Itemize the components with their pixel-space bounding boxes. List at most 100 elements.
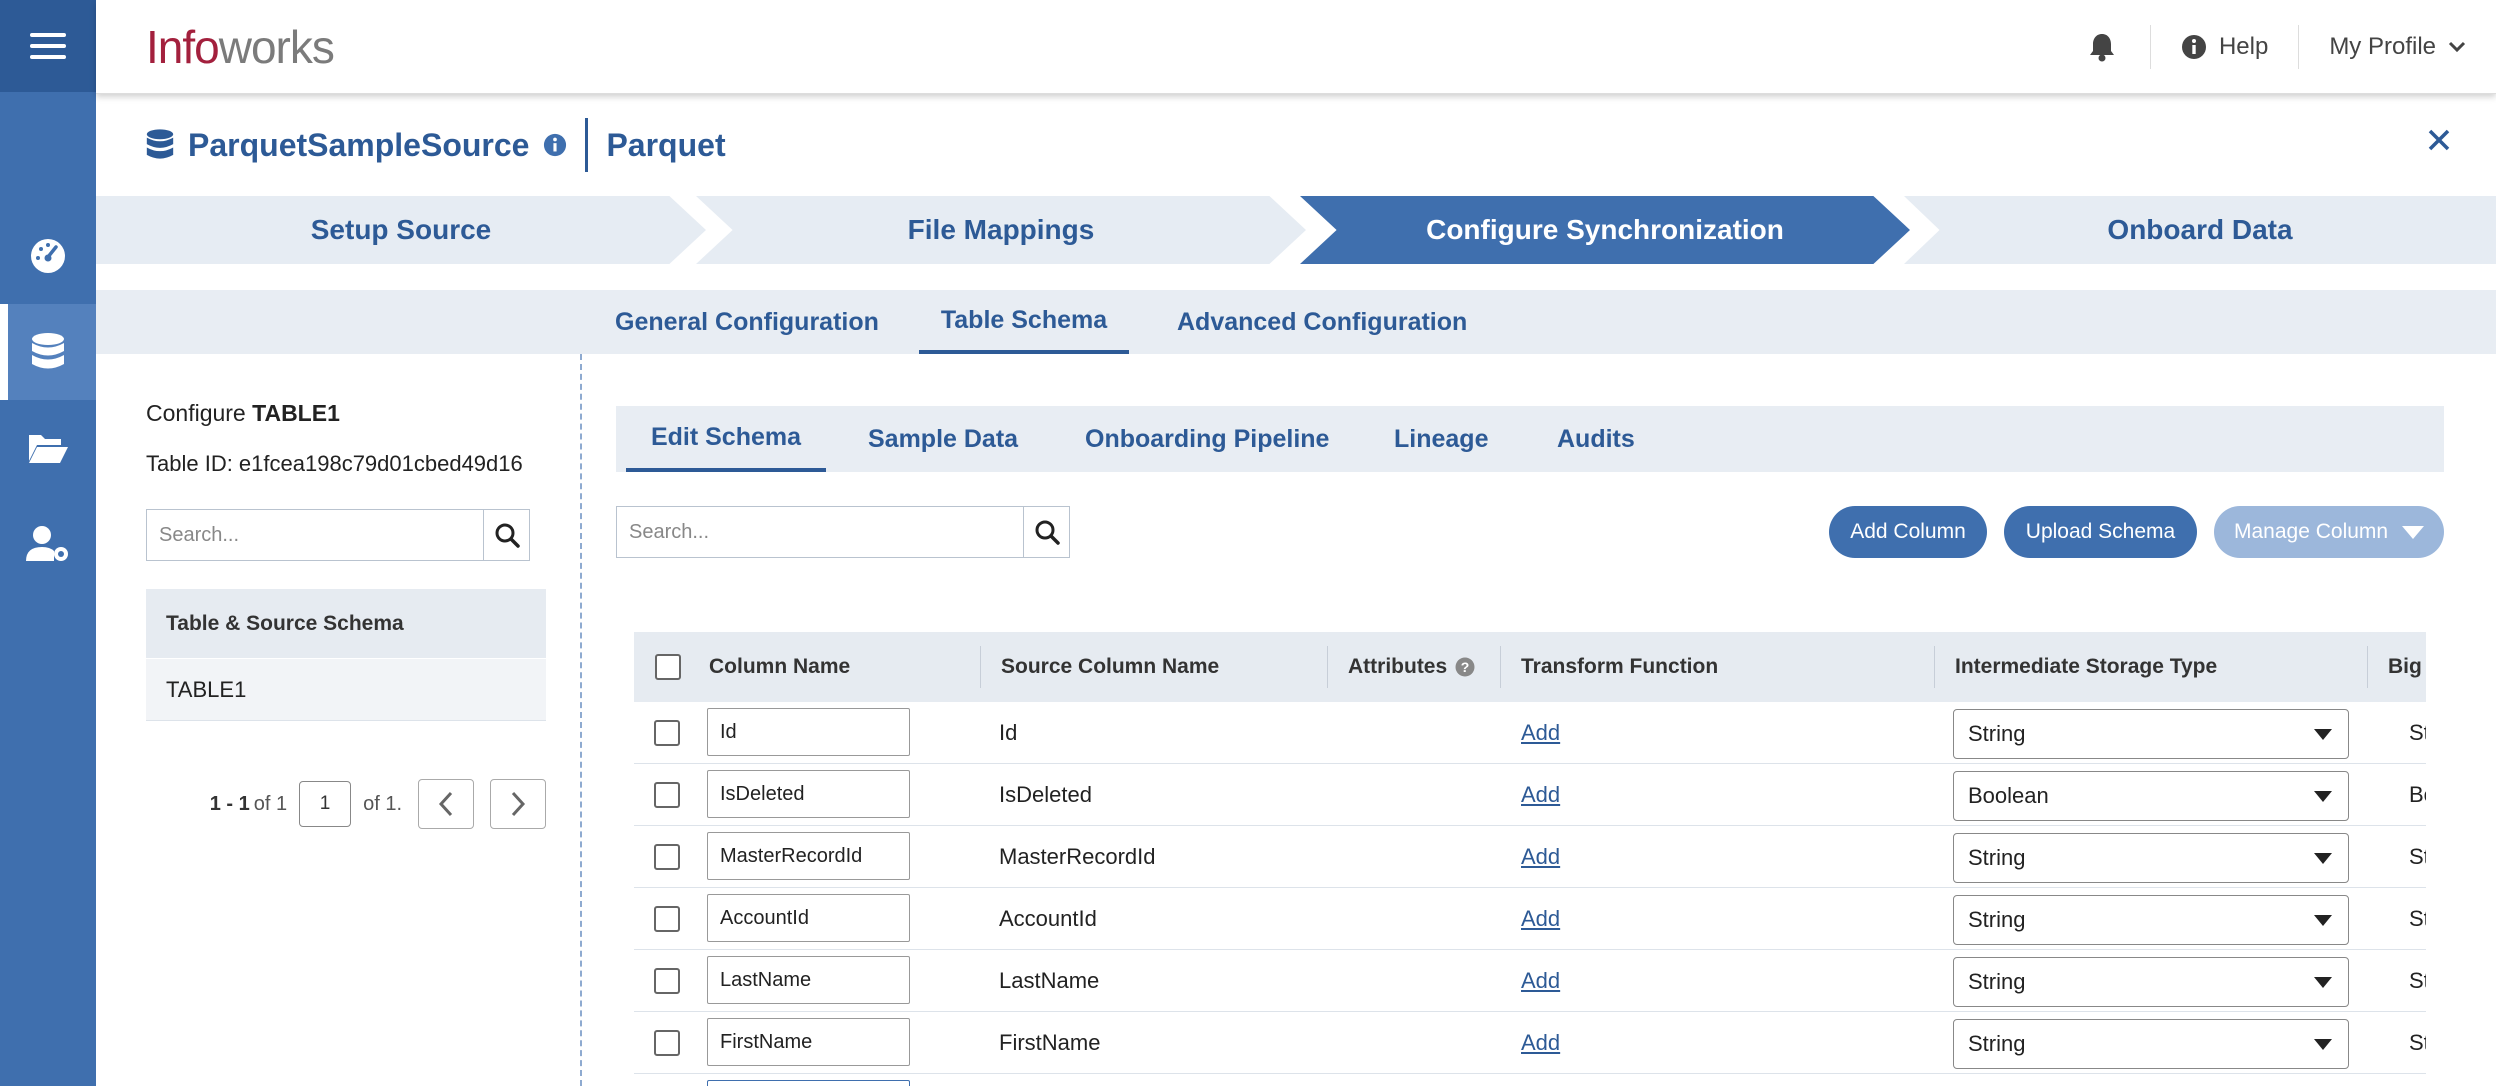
- top-header: Infoworks Help My Profile: [96, 0, 2496, 94]
- tab-edit-schema[interactable]: Edit Schema: [626, 406, 826, 472]
- column-name-input[interactable]: [707, 1080, 910, 1086]
- column-name-input[interactable]: IsDeleted: [707, 770, 910, 818]
- table-search-input[interactable]: Search...: [147, 510, 483, 560]
- row-checkbox[interactable]: [654, 782, 680, 808]
- pagination: 1 - 1 of 1 1 of 1.: [146, 779, 546, 829]
- header-attributes-label: Attributes: [1348, 655, 1448, 678]
- tab-general-configuration[interactable]: General Configuration: [615, 290, 879, 354]
- close-button[interactable]: [2428, 118, 2450, 160]
- storage-type-select[interactable]: String: [1953, 895, 2349, 945]
- rail-data-sources[interactable]: [0, 304, 96, 400]
- step-configure-synchronization[interactable]: Configure Synchronization: [1300, 196, 1910, 264]
- next-page-button[interactable]: [490, 779, 546, 829]
- notifications-button[interactable]: [2054, 32, 2150, 62]
- tab-lineage[interactable]: Lineage: [1394, 406, 1488, 472]
- search-icon: [495, 523, 520, 548]
- tab-sample-data[interactable]: Sample Data: [868, 406, 1018, 472]
- select-all-checkbox[interactable]: [655, 654, 681, 680]
- menu-button[interactable]: [0, 0, 96, 92]
- list-item[interactable]: TABLE1: [146, 659, 546, 721]
- table-row: LastName LastName Add String St: [634, 950, 2426, 1012]
- tab-advanced-configuration[interactable]: Advanced Configuration: [1177, 290, 1467, 354]
- tab-table-schema[interactable]: Table Schema: [919, 290, 1129, 354]
- rail-folders[interactable]: [0, 400, 96, 496]
- pager-total-prefix: of 1: [253, 792, 288, 815]
- help-circle-icon[interactable]: ?: [1455, 657, 1475, 677]
- tab-onboarding-pipeline[interactable]: Onboarding Pipeline: [1085, 406, 1329, 472]
- header-intermediate-storage-type: Intermediate Storage Type: [1955, 655, 2218, 678]
- add-transform-link[interactable]: Add: [1521, 888, 1560, 950]
- step-setup-source[interactable]: Setup Source: [96, 196, 706, 264]
- row-checkbox[interactable]: [654, 844, 680, 870]
- table-row: AccountId AccountId Add String St: [634, 888, 2426, 950]
- table-search-button[interactable]: [483, 510, 529, 560]
- row-checkbox[interactable]: [654, 968, 680, 994]
- caret-down-icon: [2314, 977, 2332, 988]
- pager-of-pages: of 1.: [363, 792, 402, 815]
- manage-column-button[interactable]: Manage Column: [2214, 506, 2444, 558]
- upload-schema-button[interactable]: Upload Schema: [2004, 506, 2197, 558]
- storage-type-select[interactable]: String: [1953, 1019, 2349, 1069]
- storage-type-select[interactable]: String: [1953, 709, 2349, 759]
- table-row: MasterRecordId MasterRecordId Add String…: [634, 826, 2426, 888]
- infoworks-logo[interactable]: Infoworks: [146, 20, 335, 74]
- schema-table: Column Name Source Column Name Attribute…: [634, 632, 2426, 1086]
- manage-column-label: Manage Column: [2234, 520, 2389, 543]
- rail-admin[interactable]: [0, 496, 96, 592]
- big-type-value: Bo: [2409, 782, 2426, 807]
- storage-type-select[interactable]: String: [1953, 957, 2349, 1007]
- page-number-input[interactable]: 1: [299, 781, 352, 827]
- header-big: Big: [2388, 655, 2422, 678]
- add-transform-link[interactable]: Add: [1521, 764, 1560, 826]
- configure-heading: Configure TABLE1: [146, 400, 340, 426]
- row-checkbox[interactable]: [654, 906, 680, 932]
- table-search: Search...: [146, 509, 530, 561]
- my-profile-button[interactable]: My Profile: [2299, 33, 2496, 61]
- header-divider: [1500, 646, 1501, 688]
- prev-page-button[interactable]: [418, 779, 474, 829]
- svg-text:?: ?: [1461, 659, 1470, 675]
- source-type: Parquet: [606, 126, 726, 163]
- header-transform-function: Transform Function: [1521, 655, 1719, 678]
- tab-audits[interactable]: Audits: [1557, 406, 1635, 472]
- header-divider: [1327, 646, 1328, 688]
- header-divider: [2367, 646, 2368, 688]
- info-icon[interactable]: [543, 133, 567, 157]
- storage-type-select[interactable]: String: [1953, 833, 2349, 883]
- help-button[interactable]: Help: [2151, 33, 2298, 61]
- add-transform-link[interactable]: Add: [1521, 826, 1560, 888]
- row-checkbox[interactable]: [654, 1030, 680, 1056]
- add-transform-link[interactable]: Add: [1521, 1012, 1560, 1074]
- step-file-mappings[interactable]: File Mappings: [696, 196, 1306, 264]
- add-transform-link[interactable]: Add: [1521, 950, 1560, 1012]
- table-list: Table & Source Schema TABLE1: [146, 589, 546, 721]
- column-name-input[interactable]: Id: [707, 708, 910, 756]
- source-column-name: Id: [999, 720, 1018, 745]
- schema-search-button[interactable]: [1023, 507, 1069, 557]
- column-name-input[interactable]: FirstName: [707, 1018, 910, 1066]
- dashboard-gauge-icon: [31, 239, 65, 273]
- column-name-input[interactable]: MasterRecordId: [707, 832, 910, 880]
- big-type-value: St: [2409, 1030, 2426, 1055]
- database-icon: [146, 129, 174, 159]
- column-name-input[interactable]: LastName: [707, 956, 910, 1004]
- step-onboard-data[interactable]: Onboard Data: [1904, 196, 2496, 264]
- hamburger-icon: [30, 33, 66, 59]
- chevron-down-icon: [2448, 41, 2466, 52]
- source-name: ParquetSampleSource: [188, 126, 530, 163]
- add-transform-link[interactable]: Add: [1521, 702, 1560, 764]
- column-name-input[interactable]: AccountId: [707, 894, 910, 942]
- chevron-right-icon: [511, 791, 526, 817]
- header-column-name: Column Name: [709, 655, 851, 678]
- caret-down-icon: [2314, 729, 2332, 740]
- caret-down-icon: [2314, 1039, 2332, 1050]
- table-list-header: Table & Source Schema: [146, 589, 546, 659]
- row-checkbox[interactable]: [654, 720, 680, 746]
- storage-type-select[interactable]: Boolean: [1953, 771, 2349, 821]
- rail-dashboard[interactable]: [0, 208, 96, 304]
- table-id: Table ID: e1fcea198c79d01cbed49d16: [146, 451, 523, 476]
- table-row: Id Id Add String St: [634, 702, 2426, 764]
- info-circle-icon: [2181, 34, 2206, 59]
- schema-search-input[interactable]: Search...: [617, 507, 1023, 557]
- add-column-button[interactable]: Add Column: [1829, 506, 1987, 558]
